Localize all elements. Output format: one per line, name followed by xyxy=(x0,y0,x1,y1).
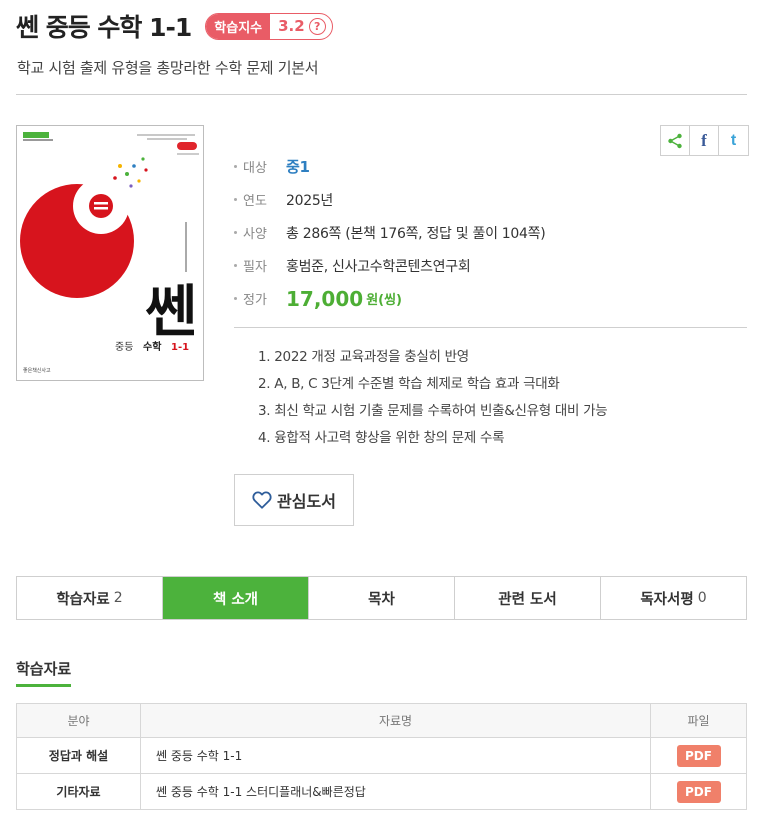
bullet-dot xyxy=(234,165,237,168)
table-row: 기타자료 쎈 중등 수학 1-1 스터디플래너&빠른정답 PDF xyxy=(16,773,747,810)
twitter-icon[interactable]: t xyxy=(719,126,748,155)
price-unit: 원(씽) xyxy=(366,293,402,308)
material-name: 쎈 중등 수학 1-1 xyxy=(140,737,651,774)
share-buttons: f t xyxy=(660,125,749,156)
column-header: 분야 xyxy=(16,703,141,738)
tab-count: 0 xyxy=(697,590,707,606)
page-subtitle: 학교 시험 출제 유형을 총망라한 수학 문제 기본서 xyxy=(17,59,319,77)
tab-materials[interactable]: 학습자료 2 xyxy=(17,577,163,619)
book-cover: 쎈 중등 수학 1-1 좋은책신사고 xyxy=(16,125,204,381)
materials-table: 분야 자료명 파일 정답과 해설 쎈 중등 수학 1-1 PDF 기타자료 쎈 … xyxy=(16,703,747,810)
tab-related-books[interactable]: 관련 도서 xyxy=(455,577,601,619)
pdf-download-button[interactable]: PDF xyxy=(676,744,721,767)
feature-item: 2. A, B, C 3단계 수준별 학습 체제로 학습 효과 극대화 xyxy=(258,376,560,392)
cover-grade-text: 1-1 xyxy=(171,342,189,353)
price-value: 17,000 xyxy=(286,286,364,311)
divider xyxy=(234,327,747,328)
info-value: 총 286쪽 (본책 176쪽, 정답 및 풀이 104쪽) xyxy=(286,225,546,242)
material-category: 정답과 해설 xyxy=(16,737,141,774)
tab-label: 학습자료 xyxy=(56,591,110,608)
info-row-price: 정가 17,000 원(씽) xyxy=(234,282,545,315)
cover-subject-text: 수학 xyxy=(143,340,162,353)
table-header-row: 분야 자료명 파일 xyxy=(16,703,747,738)
tab-book-intro[interactable]: 책 소개 xyxy=(163,577,309,619)
tab-bar: 학습자료 2 책 소개 목차 관련 도서 독자서평 0 xyxy=(16,576,747,620)
feature-item: 4. 융합적 사고력 향상을 위한 창의 문제 수록 xyxy=(258,430,505,446)
tab-label: 독자서평 xyxy=(640,591,694,608)
title-row: 쎈 중등 수학 1-1 학습지수 3.2 ? xyxy=(16,10,333,42)
info-label: 대상 xyxy=(243,161,267,176)
tab-count: 2 xyxy=(113,590,123,606)
section-title: 학습자료 xyxy=(16,658,72,687)
cover-brand-text: 쎈 xyxy=(145,280,197,345)
page-title: 쎈 중등 수학 1-1 xyxy=(16,13,192,42)
badge-value: 3.2 xyxy=(278,17,305,35)
cover-publisher-text: 좋은책신사고 xyxy=(23,367,51,374)
table-row: 정답과 해설 쎈 중등 수학 1-1 PDF xyxy=(16,737,747,774)
divider xyxy=(16,94,747,95)
book-info: 대상 중1 연도 2025년 사양 총 286쪽 (본책 176쪽, 정답 및 … xyxy=(234,150,546,315)
wishlist-label: 관심도서 xyxy=(277,492,336,511)
material-category: 기타자료 xyxy=(16,773,141,810)
tab-reviews[interactable]: 독자서평 0 xyxy=(601,577,746,619)
info-row-year: 연도 2025년 xyxy=(234,183,545,216)
material-name: 쎈 중등 수학 1-1 스터디플래너&빠른정답 xyxy=(140,773,651,810)
column-header: 자료명 xyxy=(140,703,651,738)
bullet-dot xyxy=(234,264,237,267)
info-label: 연도 xyxy=(243,194,267,209)
bullet-dot xyxy=(234,297,237,300)
feature-item: 3. 최신 학교 시험 기출 문제를 수록하여 빈출&신유형 대비 가능 xyxy=(258,403,608,419)
facebook-icon[interactable]: f xyxy=(690,126,719,155)
bullet-dot xyxy=(234,198,237,201)
feature-list: 1. 2022 개정 교육과정을 충실히 반영 2. A, B, C 3단계 수… xyxy=(258,347,608,455)
info-row-author: 필자 홍범준, 신사고수학콘텐츠연구회 xyxy=(234,249,545,282)
cover-series-text: 중등 xyxy=(115,341,133,353)
bullet-dot xyxy=(234,231,237,234)
heart-icon xyxy=(252,491,272,509)
tab-label: 책 소개 xyxy=(212,591,259,608)
pdf-download-button[interactable]: PDF xyxy=(676,780,721,803)
feature-item: 1. 2022 개정 교육과정을 충실히 반영 xyxy=(258,349,469,365)
info-label: 필자 xyxy=(243,260,267,275)
info-value: 홍범준, 신사고수학콘텐츠연구회 xyxy=(286,258,471,275)
info-value: 2025년 xyxy=(286,192,334,209)
learning-index-badge: 학습지수 3.2 ? xyxy=(205,12,333,40)
info-row-target: 대상 중1 xyxy=(234,150,545,183)
column-header: 파일 xyxy=(650,703,747,738)
info-label: 정가 xyxy=(243,293,267,308)
wishlist-button[interactable]: 관심도서 xyxy=(234,474,354,526)
target-grade-link[interactable]: 중1 xyxy=(286,156,310,177)
help-icon[interactable]: ? xyxy=(308,17,326,35)
badge-label: 학습지수 xyxy=(206,13,271,39)
tab-label: 목차 xyxy=(368,591,395,608)
share-icon[interactable] xyxy=(661,126,690,155)
tab-label: 관련 도서 xyxy=(498,591,557,608)
tab-contents[interactable]: 목차 xyxy=(309,577,455,619)
info-row-spec: 사양 총 286쪽 (본책 176쪽, 정답 및 풀이 104쪽) xyxy=(234,216,546,249)
info-label: 사양 xyxy=(243,227,267,242)
